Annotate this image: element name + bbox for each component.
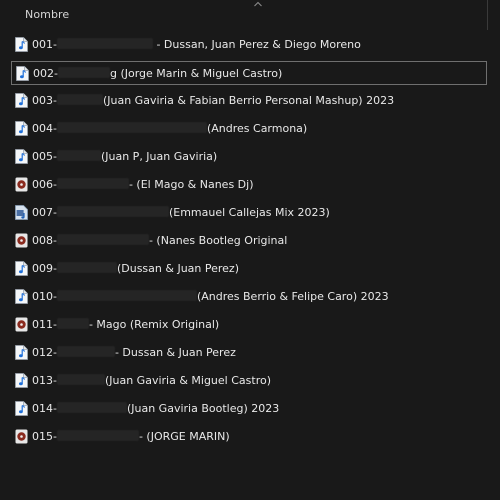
file-title: g (Jorge Marin & Miguel Castro) [109, 67, 283, 80]
file-title: (Juan Gaviria Bootleg) 2023 [126, 402, 280, 415]
file-name: 003- (Juan Gaviria & Fabian Berrio Person… [32, 93, 394, 108]
file-row[interactable]: 008- - (Nanes Bootleg Original [11, 229, 487, 253]
file-title: (Juan Gaviria & Miguel Castro) [104, 374, 271, 387]
file-number: 015- [32, 430, 57, 443]
file-name: 013- (Juan Gaviria & Miguel Castro) [32, 373, 271, 388]
redacted-text [56, 318, 89, 329]
redacted-text [56, 374, 105, 385]
file-row[interactable]: 013- (Juan Gaviria & Miguel Castro) [11, 369, 487, 393]
file-title: (Juan Gaviria & Fabian Berrio Personal M… [102, 94, 395, 107]
file-number: 010- [32, 290, 57, 303]
file-number: 005- [32, 150, 57, 163]
audio-file-icon [15, 261, 28, 276]
file-name: 009- (Dussan & Juan Perez) [32, 261, 239, 276]
file-row[interactable]: 002- g (Jorge Marin & Miguel Castro) [11, 61, 487, 85]
file-title: (Emmauel Callejas Mix 2023) [168, 206, 330, 219]
audio-image-file-icon [15, 205, 28, 220]
redacted-text [56, 122, 207, 133]
file-explorer: Nombre 001- - Dussan, Juan Perez & Diego… [0, 0, 500, 500]
file-name: 005- (Juan P, Juan Gaviria) [32, 149, 217, 164]
file-title: - Dussan, Juan Perez & Diego Moreno [152, 38, 361, 51]
file-name: 002- g (Jorge Marin & Miguel Castro) [33, 66, 282, 81]
file-number: 001- [32, 38, 57, 51]
file-number: 009- [32, 262, 57, 275]
file-name: 011- - Mago (Remix Original) [32, 317, 219, 332]
file-title: (Dussan & Juan Perez) [116, 262, 239, 275]
file-number: 002- [33, 67, 58, 80]
audio-file-icon [15, 93, 28, 108]
media-disc-icon [15, 429, 28, 444]
file-row[interactable]: 006- - (El Mago & Nanes Dj) [11, 173, 487, 197]
redacted-text [56, 234, 149, 245]
audio-file-icon [15, 373, 28, 388]
file-row[interactable]: 001- - Dussan, Juan Perez & Diego Moreno [11, 33, 487, 57]
redacted-text [56, 178, 129, 189]
file-title: - (JORGE MARIN) [138, 430, 230, 443]
redacted-text [57, 67, 110, 78]
redacted-text [56, 430, 139, 441]
file-row[interactable]: 004- (Andres Carmona) [11, 117, 487, 141]
column-header-name[interactable]: Nombre [25, 8, 69, 21]
file-number: 011- [32, 318, 57, 331]
redacted-text [56, 150, 101, 161]
file-name: 012- - Dussan & Juan Perez [32, 345, 236, 360]
redacted-text [56, 38, 153, 49]
media-disc-icon [15, 233, 28, 248]
file-number: 007- [32, 206, 57, 219]
file-number: 014- [32, 402, 57, 415]
file-title: (Andres Berrio & Felipe Caro) 2023 [196, 290, 389, 303]
media-disc-icon [15, 317, 28, 332]
file-name: 001- - Dussan, Juan Perez & Diego Moreno [32, 37, 361, 52]
file-row[interactable]: 012- - Dussan & Juan Perez [11, 341, 487, 365]
redacted-text [56, 346, 115, 357]
file-name: 007- (Emmauel Callejas Mix 2023) [32, 205, 330, 220]
audio-file-icon [15, 121, 28, 136]
file-title: - Dussan & Juan Perez [114, 346, 236, 359]
file-name: 008- - (Nanes Bootleg Original [32, 233, 287, 248]
file-row[interactable]: 010- (Andres Berrio & Felipe Caro) 2023 [11, 285, 487, 309]
file-name: 014- (Juan Gaviria Bootleg) 2023 [32, 401, 279, 416]
file-row[interactable]: 011- - Mago (Remix Original) [11, 313, 487, 337]
file-row[interactable]: 015- - (JORGE MARIN) [11, 425, 487, 449]
file-number: 013- [32, 374, 57, 387]
media-disc-icon [15, 177, 28, 192]
file-number: 008- [32, 234, 57, 247]
audio-file-icon [15, 37, 28, 52]
file-row[interactable]: 014- (Juan Gaviria Bootleg) 2023 [11, 397, 487, 421]
redacted-text [56, 94, 103, 105]
column-divider[interactable] [487, 0, 488, 30]
file-row[interactable]: 009- (Dussan & Juan Perez) [11, 257, 487, 281]
audio-file-icon [15, 289, 28, 304]
file-title: - (El Mago & Nanes Dj) [128, 178, 254, 191]
file-number: 004- [32, 122, 57, 135]
column-header-bar: Nombre [0, 0, 500, 30]
file-number: 006- [32, 178, 57, 191]
file-name: 015- - (JORGE MARIN) [32, 429, 230, 444]
audio-file-icon [15, 345, 28, 360]
redacted-text [56, 206, 169, 217]
file-name: 004- (Andres Carmona) [32, 121, 307, 136]
redacted-text [56, 290, 197, 301]
file-name: 006- - (El Mago & Nanes Dj) [32, 177, 254, 192]
file-row[interactable]: 003- (Juan Gaviria & Fabian Berrio Person… [11, 89, 487, 113]
file-row[interactable]: 005- (Juan P, Juan Gaviria) [11, 145, 487, 169]
sort-ascending-icon[interactable] [253, 0, 263, 8]
file-number: 012- [32, 346, 57, 359]
file-title: - (Nanes Bootleg Original [148, 234, 288, 247]
file-number: 003- [32, 94, 57, 107]
file-name: 010- (Andres Berrio & Felipe Caro) 2023 [32, 289, 389, 304]
redacted-text [56, 262, 117, 273]
audio-file-icon [15, 401, 28, 416]
file-row[interactable]: 007- (Emmauel Callejas Mix 2023) [11, 201, 487, 225]
file-title: - Mago (Remix Original) [88, 318, 220, 331]
audio-file-icon [16, 66, 29, 81]
file-title: (Andres Carmona) [206, 122, 308, 135]
redacted-text [56, 402, 127, 413]
file-title: (Juan P, Juan Gaviria) [100, 150, 218, 163]
audio-file-icon [15, 149, 28, 164]
